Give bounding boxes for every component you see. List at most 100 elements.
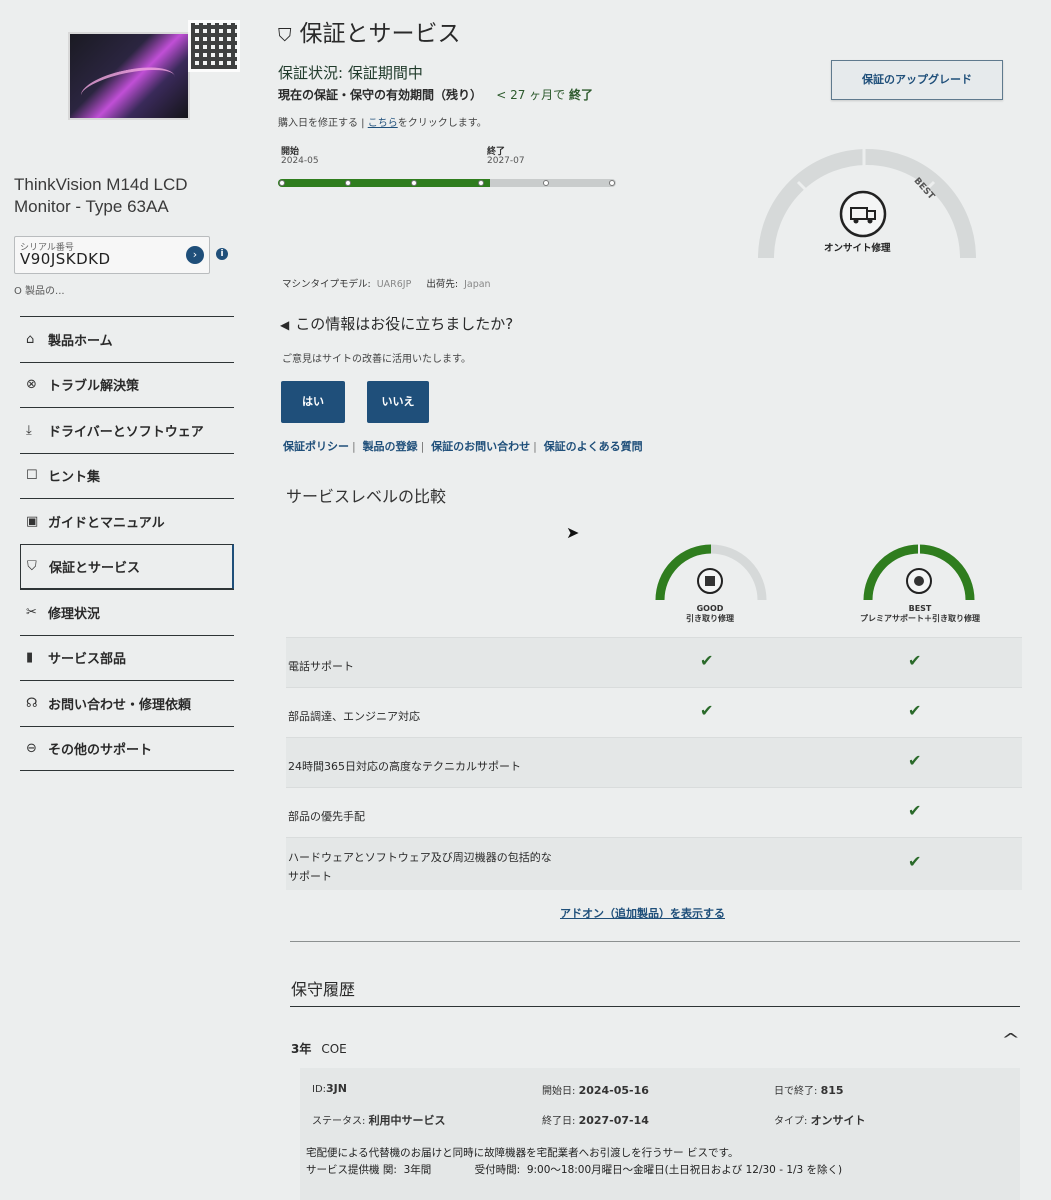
sidebar-item-repair-status[interactable]: ✂ 修理状況 — [20, 589, 234, 635]
sidebar-item-label: ヒント集 — [48, 470, 101, 486]
sidebar-item-parts[interactable]: ▮ サービス部品 — [20, 634, 234, 681]
chevron-right-icon[interactable]: › — [186, 246, 204, 264]
plan-provider: サービス提供機 関: 3年間 受付時間: 9:00～18:00月曜日～金曜日(土… — [306, 1164, 843, 1176]
modify-purchase-date: 購入日を修正する | こちらをクリックします。 — [278, 118, 487, 129]
timeline-end-date: 2027-07 — [487, 156, 525, 166]
link-warranty-faq[interactable]: 保証のよくある質問 — [544, 440, 643, 453]
best-tier-label: BEST プレミアサポート＋引き取り修理 — [860, 604, 980, 623]
feedback-subtext: ご意見はサイトの改善に活用いたします。 — [282, 354, 471, 365]
plan-title[interactable]: 3年 COE — [291, 1040, 347, 1057]
sidebar-item-other-support[interactable]: ⊖ その他のサポート — [20, 725, 234, 771]
headset-icon: ☊ — [26, 695, 38, 711]
yes-button[interactable]: はい — [281, 381, 345, 423]
shield-icon: ⛉ — [27, 558, 37, 574]
sidebar-item-label: サービス部品 — [48, 652, 127, 668]
sidebar-item-guides[interactable]: ▣ ガイドとマニュアル — [20, 498, 234, 544]
good-gauge — [655, 544, 767, 601]
best-gauge — [863, 544, 975, 601]
divider — [290, 941, 1020, 942]
check-icon: ✔ — [908, 651, 922, 670]
sidebar-item-label: 保証とサービス — [49, 560, 141, 576]
home-icon: ⌂ — [26, 331, 35, 347]
warranty-links: 保証ポリシー | 製品の登録 | 保証のお問い合わせ | 保証のよくある質問 — [283, 440, 643, 453]
timeline-start-date: 2024-05 — [281, 156, 319, 166]
sidebar-item-label: トラブル解決策 — [48, 379, 140, 395]
mouse-cursor-icon: ➤ — [566, 523, 580, 542]
onsite-label: オンサイト修理 — [824, 243, 891, 254]
timeline-dot — [478, 180, 484, 186]
link-product-registration[interactable]: 製品の登録 — [363, 440, 418, 453]
warranty-timeline-fill — [278, 179, 490, 187]
warranty-period: 現在の保証・保守の有効期間（残り） < 27 ヶ月で 終了 — [278, 88, 594, 102]
link-warranty-policy[interactable]: 保証ポリシー — [283, 440, 349, 453]
sidebar-item-label: ガイドとマニュアル — [48, 515, 165, 531]
truck-icon — [839, 190, 887, 238]
link-warranty-contact[interactable]: 保証のお問い合わせ — [431, 440, 530, 453]
troubleshoot-icon: ⊗ — [26, 377, 37, 393]
divider — [290, 1006, 1020, 1007]
table-row: 部品の優先手配 ✔ — [286, 787, 1022, 837]
product-name: ThinkVision M14d LCD Monitor - Type 63AA — [14, 175, 188, 216]
sidebar-item-drivers[interactable]: ⤓ ドライバーとソフトウェア — [20, 407, 234, 453]
check-icon: ✔ — [700, 701, 714, 720]
timeline-dot — [345, 180, 351, 186]
table-row: ハードウェアとソフトウェア及び周辺機器の包括的な サポート ✔ — [286, 837, 1022, 890]
product-image — [68, 32, 190, 120]
sidebar-item-label: お問い合わせ・修理依頼 — [48, 697, 192, 713]
parts-icon: ▮ — [26, 650, 34, 666]
good-tier-label: GOOD 引き取り修理 — [686, 604, 734, 623]
download-icon: ⤓ — [26, 422, 32, 438]
serial-value[interactable]: V90JSKDKD — [20, 250, 111, 268]
timeline-dot — [609, 180, 615, 186]
table-row: 電話サポート ✔ ✔ — [286, 637, 1022, 687]
check-icon: ✔ — [908, 751, 922, 770]
chevron-up-icon[interactable]: ^ — [1001, 1030, 1020, 1049]
more-icon: ⊖ — [26, 740, 37, 756]
sidebar-item-contact[interactable]: ☊ お問い合わせ・修理依頼 — [20, 680, 234, 726]
check-icon: ✔ — [700, 651, 714, 670]
sidebar-item-tips[interactable]: ☐ ヒント集 — [20, 452, 234, 499]
tools-icon: ✂ — [26, 604, 37, 620]
page-title: ⛉ 保証とサービス — [278, 21, 461, 47]
check-icon: ✔ — [908, 701, 922, 720]
history-heading: 保守履歴 — [291, 980, 356, 999]
timeline-dot — [411, 180, 417, 186]
timeline-dot — [543, 180, 549, 186]
plan-type: タイプ: オンサイト — [774, 1114, 866, 1127]
plan-id: ID:3JN — [312, 1082, 347, 1095]
sidebar-item-warranty[interactable]: ⛉ 保証とサービス — [20, 543, 234, 589]
tips-icon: ☐ — [26, 468, 38, 484]
megaphone-icon: ◀ — [280, 318, 290, 332]
sidebar-item-troubleshoot[interactable]: ⊗ トラブル解決策 — [20, 361, 234, 408]
plan-end: 終了日: 2027-07-14 — [542, 1114, 649, 1127]
addon-link[interactable]: アドオン（追加製品）を表示する — [560, 905, 725, 921]
machine-info: マシンタイプモデル: UAR6JP 出荷先: Japan — [282, 279, 491, 290]
timeline-dot — [279, 180, 285, 186]
sidebar-item-product-home[interactable]: ⌂ 製品ホーム — [20, 316, 234, 362]
table-row: 24時間365日対応の高度なテクニカルサポート ✔ — [286, 737, 1022, 787]
plan-description: 宅配便による代替機のお届けと同時に故障機器を宅配業者へお引渡しを行うサー ビスで… — [306, 1147, 739, 1159]
sidebar-item-label: 修理状況 — [48, 606, 101, 622]
check-icon: ✔ — [908, 852, 922, 871]
qr-code[interactable] — [188, 20, 240, 72]
table-row: 部品調達、エンジニア対応 ✔ ✔ — [286, 687, 1022, 737]
info-icon[interactable]: i — [216, 248, 228, 260]
plan-status: ステータス: 利用中サービス — [312, 1114, 446, 1127]
serial-note: O 製品の... — [14, 286, 65, 297]
comparison-heading: サービスレベルの比較 — [286, 487, 447, 506]
shield-icon: ⛉ — [278, 25, 292, 46]
sidebar-item-label: ドライバーとソフトウェア — [48, 424, 204, 440]
plan-days-left: 日で終了: 815 — [774, 1084, 844, 1097]
manual-icon: ▣ — [26, 513, 39, 529]
feedback-heading: ◀ この情報はお役に立ちましたか? — [280, 315, 514, 333]
sidebar-nav: ⌂ 製品ホーム ⊗ トラブル解決策 ⤓ ドライバーとソフトウェア ☐ ヒント集 ▣ ガイド… — [20, 316, 234, 771]
modify-link[interactable]: こちら — [368, 118, 398, 129]
upgrade-warranty-button[interactable]: 保証のアップグレード — [831, 60, 1003, 100]
sidebar-item-label: その他のサポート — [48, 742, 153, 758]
plan-detail — [300, 1068, 1020, 1200]
warranty-status: 保証状況: 保証期間中 — [278, 64, 423, 82]
plan-start: 開始日: 2024-05-16 — [542, 1084, 649, 1097]
no-button[interactable]: いいえ — [367, 381, 429, 423]
check-icon: ✔ — [908, 801, 922, 820]
comparison-table: 電話サポート ✔ ✔ 部品調達、エンジニア対応 ✔ ✔ 24時間365日対応の高… — [286, 637, 1022, 890]
